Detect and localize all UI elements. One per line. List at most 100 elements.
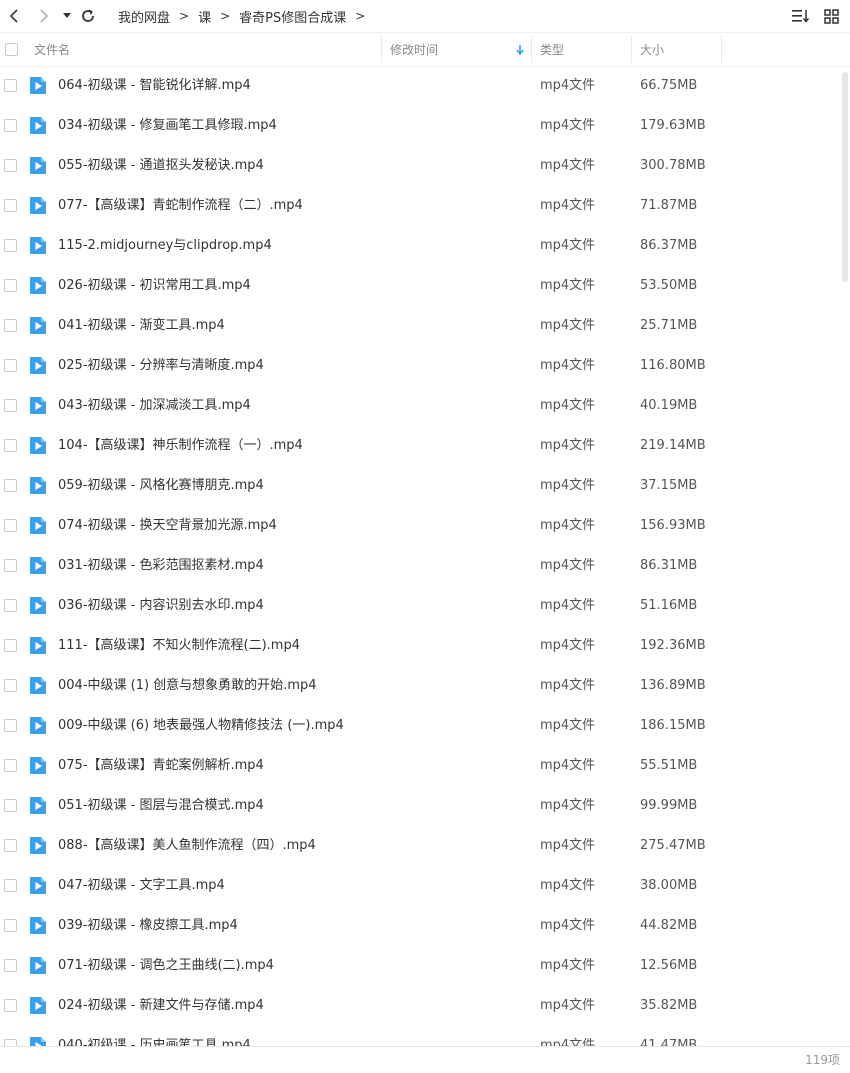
file-name[interactable]: 077-【高级课】青蛇制作流程（二）.mp4 [58, 186, 303, 226]
row-checkbox[interactable] [4, 719, 17, 732]
forward-button[interactable] [34, 6, 54, 26]
breadcrumb-item-course[interactable]: 课 [198, 7, 211, 26]
file-type: mp4文件 [540, 638, 596, 653]
file-row[interactable]: 034-初级课 - 修复画笔工具修瑕.mp4 mp4文件 179.63MB [0, 106, 840, 146]
file-name[interactable]: 104-【高级课】神乐制作流程（一）.mp4 [58, 426, 303, 466]
column-header-size[interactable]: 大小 [640, 33, 720, 66]
file-name[interactable]: 031-初级课 - 色彩范围抠素材.mp4 [58, 546, 264, 586]
select-all-checkbox[interactable] [5, 43, 18, 56]
file-name[interactable]: 040-初级课 - 历史画笔工具.mp4 [58, 1026, 251, 1046]
file-row[interactable]: 051-初级课 - 图层与混合模式.mp4 mp4文件 99.99MB [0, 786, 840, 826]
row-checkbox[interactable] [4, 1039, 17, 1046]
breadcrumb-item-root[interactable]: 我的网盘 [118, 7, 170, 26]
file-row[interactable]: 043-初级课 - 加深减淡工具.mp4 mp4文件 40.19MB [0, 386, 840, 426]
file-name[interactable]: 071-初级课 - 调色之王曲线(二).mp4 [58, 946, 274, 986]
column-header-type[interactable]: 类型 [540, 33, 630, 66]
row-checkbox[interactable] [4, 199, 17, 212]
file-name[interactable]: 034-初级课 - 修复画笔工具修瑕.mp4 [58, 106, 277, 146]
file-name[interactable]: 059-初级课 - 风格化赛博朋克.mp4 [58, 466, 264, 506]
file-row[interactable]: 075-【高级课】青蛇案例解析.mp4 mp4文件 55.51MB [0, 746, 840, 786]
file-size: 186.15MB [640, 718, 706, 733]
file-name[interactable]: 047-初级课 - 文字工具.mp4 [58, 866, 225, 906]
file-name[interactable]: 111-【高级课】不知火制作流程(二).mp4 [58, 626, 300, 666]
file-row[interactable]: 047-初级课 - 文字工具.mp4 mp4文件 38.00MB [0, 866, 840, 906]
row-checkbox[interactable] [4, 159, 17, 172]
file-name[interactable]: 074-初级课 - 换天空背景加光源.mp4 [58, 506, 277, 546]
row-checkbox[interactable] [4, 79, 17, 92]
file-name[interactable]: 004-中级课 (1) 创意与想象勇敢的开始.mp4 [58, 666, 317, 706]
column-header-name[interactable]: 文件名 [34, 33, 379, 66]
file-row[interactable]: 055-初级课 - 通道抠头发秘诀.mp4 mp4文件 300.78MB [0, 146, 840, 186]
row-checkbox[interactable] [4, 879, 17, 892]
file-row[interactable]: 039-初级课 - 橡皮擦工具.mp4 mp4文件 44.82MB [0, 906, 840, 946]
file-row[interactable]: 104-【高级课】神乐制作流程（一）.mp4 mp4文件 219.14MB [0, 426, 840, 466]
back-button[interactable] [4, 6, 24, 26]
file-type: mp4文件 [540, 798, 596, 813]
refresh-button[interactable] [78, 6, 98, 26]
row-checkbox[interactable] [4, 599, 17, 612]
file-name[interactable]: 009-中级课 (6) 地表最强人物精修技法 (一).mp4 [58, 706, 344, 746]
file-row[interactable]: 026-初级课 - 初识常用工具.mp4 mp4文件 53.50MB [0, 266, 840, 306]
file-name[interactable]: 024-初级课 - 新建文件与存储.mp4 [58, 986, 264, 1026]
row-checkbox[interactable] [4, 479, 17, 492]
row-checkbox[interactable] [4, 759, 17, 772]
history-dropdown-button[interactable] [57, 6, 77, 26]
row-checkbox[interactable] [4, 519, 17, 532]
video-file-icon [30, 317, 46, 334]
file-name[interactable]: 064-初级课 - 智能锐化详解.mp4 [58, 66, 251, 106]
grid-view-button[interactable] [822, 7, 840, 25]
file-row[interactable]: 031-初级课 - 色彩范围抠素材.mp4 mp4文件 86.31MB [0, 546, 840, 586]
row-checkbox[interactable] [4, 919, 17, 932]
vertical-scrollbar[interactable] [842, 66, 849, 1046]
file-name[interactable]: 039-初级课 - 橡皮擦工具.mp4 [58, 906, 238, 946]
file-row[interactable]: 041-初级课 - 渐变工具.mp4 mp4文件 25.71MB [0, 306, 840, 346]
row-checkbox[interactable] [4, 319, 17, 332]
file-row[interactable]: 036-初级课 - 内容识别去水印.mp4 mp4文件 51.16MB [0, 586, 840, 626]
file-row[interactable]: 077-【高级课】青蛇制作流程（二）.mp4 mp4文件 71.87MB [0, 186, 840, 226]
file-row[interactable]: 074-初级课 - 换天空背景加光源.mp4 mp4文件 156.93MB [0, 506, 840, 546]
file-name[interactable]: 051-初级课 - 图层与混合模式.mp4 [58, 786, 264, 826]
row-checkbox[interactable] [4, 359, 17, 372]
file-row[interactable]: 009-中级课 (6) 地表最强人物精修技法 (一).mp4 mp4文件 186.1… [0, 706, 840, 746]
row-checkbox[interactable] [4, 399, 17, 412]
view-controls [792, 7, 840, 25]
file-row[interactable]: 088-【高级课】美人鱼制作流程（四）.mp4 mp4文件 275.47MB [0, 826, 840, 866]
file-row[interactable]: 004-中级课 (1) 创意与想象勇敢的开始.mp4 mp4文件 136.89MB [0, 666, 840, 706]
row-checkbox[interactable] [4, 439, 17, 452]
file-name[interactable]: 115-2.midjourney与clipdrop.mp4 [58, 226, 272, 266]
file-row[interactable]: 025-初级课 - 分辨率与清晰度.mp4 mp4文件 116.80MB [0, 346, 840, 386]
row-checkbox[interactable] [4, 279, 17, 292]
sort-menu-button[interactable] [792, 7, 810, 25]
row-checkbox[interactable] [4, 999, 17, 1012]
file-name[interactable]: 025-初级课 - 分辨率与清晰度.mp4 [58, 346, 264, 386]
row-checkbox[interactable] [4, 119, 17, 132]
file-row[interactable]: 111-【高级课】不知火制作流程(二).mp4 mp4文件 192.36MB [0, 626, 840, 666]
breadcrumb-item-current[interactable]: 睿奇PS修图合成课 [239, 7, 346, 26]
file-type: mp4文件 [540, 398, 596, 413]
file-row[interactable]: 024-初级课 - 新建文件与存储.mp4 mp4文件 35.82MB [0, 986, 840, 1026]
file-name[interactable]: 041-初级课 - 渐变工具.mp4 [58, 306, 225, 346]
file-type: mp4文件 [540, 998, 596, 1013]
file-name[interactable]: 075-【高级课】青蛇案例解析.mp4 [58, 746, 264, 786]
file-name[interactable]: 043-初级课 - 加深减淡工具.mp4 [58, 386, 251, 426]
file-name[interactable]: 088-【高级课】美人鱼制作流程（四）.mp4 [58, 826, 316, 866]
row-checkbox[interactable] [4, 679, 17, 692]
file-name[interactable]: 026-初级课 - 初识常用工具.mp4 [58, 266, 251, 306]
row-checkbox[interactable] [4, 639, 17, 652]
row-checkbox[interactable] [4, 839, 17, 852]
breadcrumb-separator-icon[interactable]: > [355, 9, 365, 23]
row-checkbox[interactable] [4, 959, 17, 972]
column-header-modified[interactable]: 修改时间 [390, 33, 530, 66]
row-checkbox[interactable] [4, 559, 17, 572]
file-row[interactable]: 115-2.midjourney与clipdrop.mp4 mp4文件 86.37M… [0, 226, 840, 266]
file-row[interactable]: 064-初级课 - 智能锐化详解.mp4 mp4文件 66.75MB [0, 66, 840, 106]
scrollbar-thumb[interactable] [842, 72, 848, 282]
row-checkbox[interactable] [4, 799, 17, 812]
file-row[interactable]: 040-初级课 - 历史画笔工具.mp4 mp4文件 41.47MB [0, 1026, 840, 1046]
file-row[interactable]: 059-初级课 - 风格化赛博朋克.mp4 mp4文件 37.15MB [0, 466, 840, 506]
file-name[interactable]: 036-初级课 - 内容识别去水印.mp4 [58, 586, 264, 626]
file-name[interactable]: 055-初级课 - 通道抠头发秘诀.mp4 [58, 146, 264, 186]
row-checkbox[interactable] [4, 239, 17, 252]
file-row[interactable]: 071-初级课 - 调色之王曲线(二).mp4 mp4文件 12.56MB [0, 946, 840, 986]
file-size: 44.82MB [640, 918, 698, 933]
